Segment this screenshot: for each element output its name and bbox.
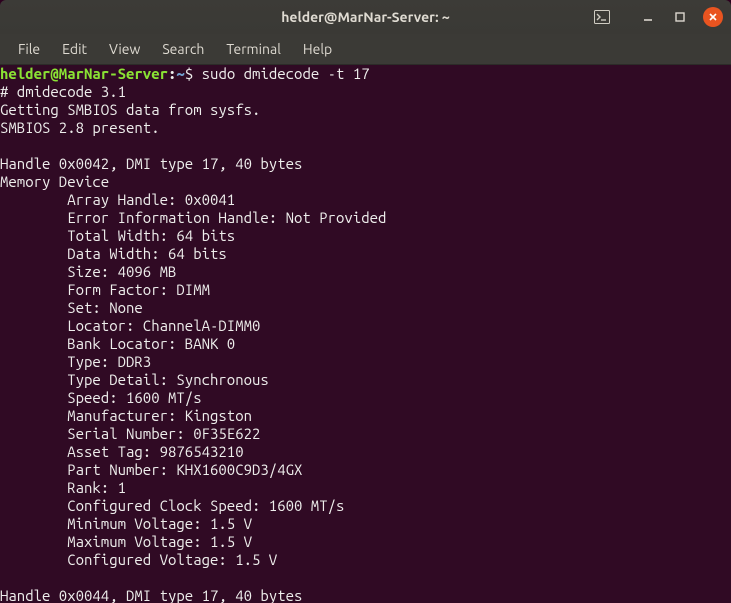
prompt-path: ~ bbox=[176, 65, 184, 82]
output-line: Memory Device bbox=[0, 173, 109, 190]
window-controls bbox=[639, 7, 723, 27]
minimize-button[interactable] bbox=[639, 8, 657, 26]
menu-edit[interactable]: Edit bbox=[52, 37, 97, 61]
output-line: Total Width: 64 bits bbox=[0, 227, 235, 244]
maximize-button[interactable] bbox=[671, 8, 689, 26]
output-line: Form Factor: DIMM bbox=[0, 281, 210, 298]
terminal-viewport[interactable]: helder@MarNar-Server:~$ sudo dmidecode -… bbox=[0, 65, 731, 603]
output-line: Type Detail: Synchronous bbox=[0, 371, 269, 388]
menu-terminal[interactable]: Terminal bbox=[216, 37, 291, 61]
prompt-symbol: $ bbox=[185, 65, 202, 82]
output-line: Serial Number: 0F35E622 bbox=[0, 425, 260, 442]
output-line: Data Width: 64 bits bbox=[0, 245, 227, 262]
output-line: Configured Voltage: 1.5 V bbox=[0, 551, 277, 568]
output-line: Asset Tag: 9876543210 bbox=[0, 443, 244, 460]
window-title: helder@MarNar-Server: ~ bbox=[0, 9, 731, 25]
output-line: Manufacturer: Kingston bbox=[0, 407, 252, 424]
output-line: Speed: 1600 MT/s bbox=[0, 389, 202, 406]
output-line: Error Information Handle: Not Provided bbox=[0, 209, 386, 226]
output-line: Minimum Voltage: 1.5 V bbox=[0, 515, 252, 532]
output-line: Handle 0x0042, DMI type 17, 40 bytes bbox=[0, 155, 302, 172]
output-line: Array Handle: 0x0041 bbox=[0, 191, 235, 208]
menu-view[interactable]: View bbox=[99, 37, 150, 61]
close-button[interactable] bbox=[703, 7, 723, 27]
output-line: Rank: 1 bbox=[0, 479, 126, 496]
menu-search[interactable]: Search bbox=[152, 37, 214, 61]
output-line: Set: None bbox=[0, 299, 143, 316]
command-text: sudo dmidecode -t 17 bbox=[202, 65, 370, 82]
output-line: Size: 4096 MB bbox=[0, 263, 176, 280]
output-line: Locator: ChannelA-DIMM0 bbox=[0, 317, 260, 334]
terminal-launcher-icon bbox=[593, 8, 611, 26]
output-line: SMBIOS 2.8 present. bbox=[0, 119, 160, 136]
output-line: Bank Locator: BANK 0 bbox=[0, 335, 235, 352]
menubar: File Edit View Search Terminal Help bbox=[0, 34, 731, 65]
output-line: Maximum Voltage: 1.5 V bbox=[0, 533, 252, 550]
output-line: Type: DDR3 bbox=[0, 353, 151, 370]
window-titlebar: helder@MarNar-Server: ~ bbox=[0, 0, 731, 34]
output-line: # dmidecode 3.1 bbox=[0, 83, 126, 100]
output-line: Configured Clock Speed: 1600 MT/s bbox=[0, 497, 344, 514]
menu-help[interactable]: Help bbox=[293, 37, 342, 61]
output-line: Getting SMBIOS data from sysfs. bbox=[0, 101, 260, 118]
menu-file[interactable]: File bbox=[8, 37, 50, 61]
output-line: Handle 0x0044, DMI type 17, 40 bytes bbox=[0, 587, 302, 603]
output-line: Part Number: KHX1600C9D3/4GX bbox=[0, 461, 302, 478]
prompt-userhost: helder@MarNar-Server bbox=[0, 65, 168, 82]
